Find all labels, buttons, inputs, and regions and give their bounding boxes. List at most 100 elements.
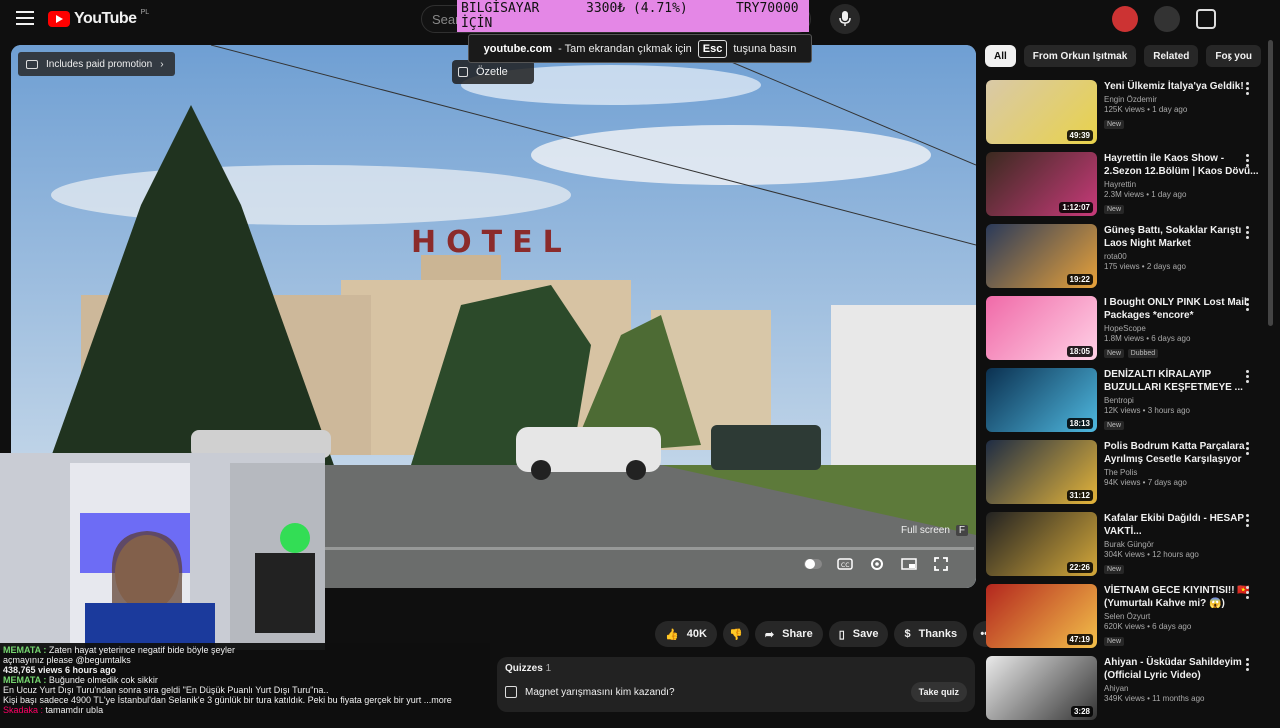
chevron-right-icon[interactable]: › (1228, 50, 1232, 65)
description-stats: 438,765 views 6 hours ago (3, 665, 117, 675)
miniplayer-icon[interactable] (900, 555, 918, 573)
ticker-product: BILGİSAYAR (461, 1, 540, 16)
promotion-label: Includes paid promotion (46, 58, 153, 70)
chat-user: Skadaka : (3, 705, 44, 715)
more-options-icon[interactable] (1246, 298, 1250, 311)
video-title[interactable]: Yeni Ülkemiz İtalya'ya Geldik! (1104, 80, 1262, 93)
recommendation-item[interactable]: 3:28 Ahiyan - Üsküdar Sahildeyim (Officia… (986, 656, 1262, 728)
mic-icon[interactable] (830, 4, 860, 34)
chip-from-channel[interactable]: From Orkun Işıtmak (1023, 45, 1137, 67)
recommendation-item[interactable]: 31:12 Polis Bodrum Katta Parçalara Ayrılm… (986, 440, 1262, 512)
recommendation-item[interactable]: 47:19 VİETNAM GECE KIYINTISI!! 🇻🇳 (Yumurt… (986, 584, 1262, 656)
menu-icon[interactable] (16, 11, 34, 25)
more-options-icon[interactable] (1246, 82, 1250, 95)
video-meta: Polis Bodrum Katta Parçalara Ayrılmış Ce… (1104, 440, 1262, 512)
channel-name[interactable]: Ahiyan (1104, 684, 1262, 693)
thanks-button[interactable]: $ Thanks (894, 621, 968, 647)
paid-promotion-badge[interactable]: Includes paid promotion › (18, 52, 175, 76)
view-info: 12K views • 3 hours ago (1104, 406, 1190, 415)
video-title[interactable]: VİETNAM GECE KIYINTISI!! 🇻🇳 (Yumurtalı K… (1104, 584, 1262, 610)
chip-for-you[interactable]: For you (1206, 45, 1262, 67)
channel-name[interactable]: Burak Güngör (1104, 540, 1262, 549)
chip-related[interactable]: Related (1144, 45, 1199, 67)
video-title[interactable]: Hayrettin ile Kaos Show - 2.Sezon 12.Böl… (1104, 152, 1262, 178)
more-options-icon[interactable] (1246, 514, 1250, 527)
more-options-icon[interactable] (1246, 226, 1250, 239)
video-title[interactable]: Kafalar Ekibi Dağıldı - HESAP VAKTİ... (1104, 512, 1262, 538)
channel-name[interactable]: Bentropi (1104, 396, 1262, 405)
video-meta: I Bought ONLY PINK Lost Mail Packages *e… (1104, 296, 1262, 368)
recommendation-item[interactable]: 49:39 Yeni Ülkemiz İtalya'ya Geldik! Engin… (986, 80, 1262, 152)
video-thumbnail[interactable]: 31:12 (986, 440, 1097, 504)
video-title[interactable]: Polis Bodrum Katta Parçalara Ayrılmış Ce… (1104, 440, 1262, 466)
top-right-icons (1112, 6, 1216, 32)
video-thumbnail[interactable]: 19:22 (986, 224, 1097, 288)
dislike-button[interactable]: 👎 (722, 621, 749, 647)
captions-icon[interactable]: CC (836, 555, 854, 573)
view-info: 125K views • 1 day ago (1104, 105, 1188, 114)
video-thumbnail[interactable]: 18:13 (986, 368, 1097, 432)
video-title[interactable]: Güneş Battı, Sokaklar Karıştı Laos Night… (1104, 224, 1262, 250)
quiz-header: Quizzes 1 (505, 663, 967, 674)
video-thumbnail[interactable]: 3:28 (986, 656, 1097, 720)
fullscreen-exit-banner: youtube.com - Tam ekrandan çıkmak için E… (468, 34, 812, 63)
video-title[interactable]: I Bought ONLY PINK Lost Mail Packages *e… (1104, 296, 1262, 322)
duration-badge: 47:19 (1066, 634, 1093, 645)
scrollbar[interactable] (1268, 40, 1273, 326)
recommendation-item[interactable]: 19:22 Güneş Battı, Sokaklar Karıştı Laos … (986, 224, 1262, 296)
exit-fullscreen-icon[interactable] (932, 555, 950, 573)
video-title[interactable]: DENİZALTI KİRALAYIP BUZULLARI KEŞFETMEYE… (1104, 368, 1262, 394)
video-title[interactable]: Ahiyan - Üsküdar Sahildeyim (Official Ly… (1104, 656, 1262, 682)
recommendation-item[interactable]: 1:12:07 Hayrettin ile Kaos Show - 2.Sezon… (986, 152, 1262, 224)
settings-gear-icon[interactable] (868, 555, 886, 573)
settings-icon[interactable] (1196, 9, 1216, 29)
view-info: 2.3M views • 1 day ago (1104, 190, 1187, 199)
video-thumbnail[interactable]: 47:19 (986, 584, 1097, 648)
duration-badge: 1:12:07 (1059, 202, 1093, 213)
more-options-icon[interactable] (1246, 154, 1250, 167)
chip-all[interactable]: All (985, 45, 1016, 67)
view-info: 304K views • 12 hours ago (1104, 550, 1199, 559)
thumbs-up-icon: 👍 (665, 628, 679, 641)
autoplay-toggle-icon[interactable] (804, 555, 822, 573)
save-button[interactable]: ▯ Save (828, 621, 889, 647)
stock-ticker-overlay: BILGİSAYAR 3300₺ (4.71%) TRY70000 İÇİN (457, 0, 809, 32)
save-label: Save (852, 628, 879, 640)
summarize-button[interactable]: Özetle (452, 60, 534, 84)
channel-name[interactable]: The Polis (1104, 468, 1262, 477)
chat-line: MEMATA : Zaten hayat yeterince negatif b… (3, 645, 487, 655)
avatar[interactable] (1112, 6, 1138, 32)
more-options-icon[interactable] (1246, 370, 1250, 383)
chat-line: açmayınız please @begumtalks (3, 655, 487, 665)
webcam-frame (0, 453, 325, 650)
video-thumbnail[interactable]: 49:39 (986, 80, 1097, 144)
bookmark-icon: ▯ (838, 628, 845, 641)
share-button[interactable]: ➦ Share (754, 621, 823, 647)
svg-text:CC: CC (841, 562, 849, 569)
fullscreen-tooltip-label: Full screen (901, 525, 950, 536)
player-controls: CC (804, 555, 950, 573)
description-line[interactable]: Kişi başı sadece 4900 TL'ye İstanbul'dan… (3, 695, 487, 705)
new-badge: New (1104, 120, 1125, 129)
channel-name[interactable]: rota00 (1104, 252, 1262, 261)
channel-name[interactable]: Hayrettin (1104, 180, 1262, 189)
more-options-icon[interactable] (1246, 442, 1250, 455)
video-thumbnail[interactable]: 22:26 (986, 512, 1097, 576)
youtube-logo[interactable]: YouTube PL (48, 9, 149, 28)
recommendation-item[interactable]: 18:13 DENİZALTI KİRALAYIP BUZULLARI KEŞFE… (986, 368, 1262, 440)
notifications-icon[interactable] (1154, 6, 1180, 32)
channel-name[interactable]: Engin Özdemir (1104, 95, 1262, 104)
more-options-icon[interactable] (1246, 658, 1250, 671)
take-quiz-button[interactable]: Take quiz (910, 682, 967, 702)
like-button[interactable]: 👍 40K (655, 621, 717, 647)
thanks-label: Thanks (918, 628, 958, 640)
recommendation-item[interactable]: 22:26 Kafalar Ekibi Dağıldı - HESAP VAKTİ… (986, 512, 1262, 584)
view-info: 349K views • 11 months ago (1104, 694, 1205, 703)
video-thumbnail[interactable]: 18:05 (986, 296, 1097, 360)
video-thumbnail[interactable]: 1:12:07 (986, 152, 1097, 216)
more-options-icon[interactable] (1246, 586, 1250, 599)
channel-name[interactable]: Selen Özyurt (1104, 612, 1262, 621)
recommendation-item[interactable]: 18:05 I Bought ONLY PINK Lost Mail Packag… (986, 296, 1262, 368)
channel-name[interactable]: HopeScope (1104, 324, 1262, 333)
quiz-check-icon (505, 686, 517, 698)
